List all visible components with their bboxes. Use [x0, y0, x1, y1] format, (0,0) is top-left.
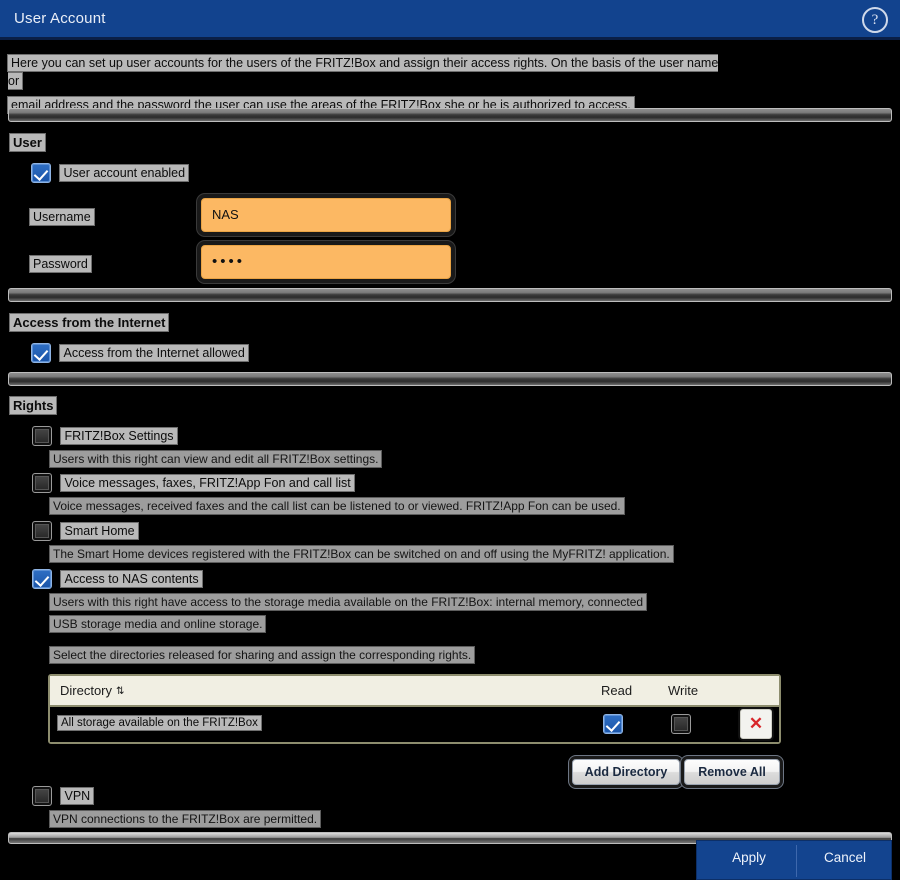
column-header-write: Write: [668, 683, 699, 698]
checkbox-checked-icon[interactable]: [31, 343, 51, 363]
checkbox-checked-icon[interactable]: [32, 569, 52, 589]
right-vpn-checkbox[interactable]: VPN: [32, 786, 94, 806]
internet-section-heading: Access from the Internet: [10, 314, 169, 333]
checkbox-unchecked-icon[interactable]: [32, 786, 52, 806]
column-header-directory[interactable]: Directory ⇅: [60, 683, 124, 698]
user-account-enabled-checkbox[interactable]: User account enabled: [31, 163, 189, 183]
username-label: Username: [30, 208, 94, 226]
section-divider-2: [8, 288, 892, 302]
help-circle-icon[interactable]: ?: [862, 7, 888, 33]
cancel-button[interactable]: Cancel: [805, 850, 885, 865]
delete-row-button[interactable]: ✕: [740, 709, 772, 739]
checkbox-unchecked-icon[interactable]: [32, 426, 52, 446]
right-fritzbox-settings-description: Users with this right can view and edit …: [50, 450, 382, 472]
right-nas-access-label: Access to NAS contents: [61, 570, 202, 587]
section-divider-1: [8, 108, 892, 122]
right-smart-home-description: The Smart Home devices registered with t…: [50, 545, 673, 567]
user-account-enabled-label: User account enabled: [60, 164, 189, 181]
right-voice-messages-checkbox[interactable]: Voice messages, faxes, FRITZ!App Fon and…: [32, 473, 354, 493]
right-vpn-description: VPN connections to the FRITZ!Box are per…: [50, 810, 321, 832]
add-directory-button[interactable]: Add Directory: [572, 759, 680, 785]
row-read-checkbox[interactable]: [603, 714, 623, 734]
password-input[interactable]: ••••: [201, 245, 451, 279]
row-write-checkbox[interactable]: [671, 714, 691, 734]
password-label: Password: [30, 255, 91, 273]
user-section-heading: User: [10, 134, 45, 153]
right-fritzbox-settings-label: FRITZ!Box Settings: [61, 427, 177, 444]
intro-line-1: Here you can set up user accounts for th…: [8, 55, 719, 90]
directory-table: Directory ⇅ Read Write All storage availa…: [48, 674, 781, 744]
directory-table-header: Directory ⇅ Read Write: [50, 676, 779, 707]
right-nas-access-checkbox[interactable]: Access to NAS contents: [32, 569, 202, 589]
nas-directory-hint: Select the directories released for shar…: [50, 646, 475, 668]
action-divider: [796, 845, 797, 877]
page-title: User Account: [14, 10, 106, 27]
rights-section-heading: Rights: [10, 397, 57, 416]
right-voice-messages-label: Voice messages, faxes, FRITZ!App Fon and…: [61, 474, 354, 491]
table-row: All storage available on the FRITZ!Box ✕: [50, 707, 779, 742]
right-voice-messages-description: Voice messages, received faxes and the c…: [50, 497, 624, 519]
right-nas-access-description: Users with this right have access to the…: [50, 593, 647, 637]
right-vpn-label: VPN: [61, 787, 94, 804]
column-header-read: Read: [601, 683, 633, 698]
checkbox-unchecked-icon[interactable]: [32, 521, 52, 541]
sort-arrows-icon[interactable]: ⇅: [116, 686, 124, 697]
internet-access-allowed-label: Access from the Internet allowed: [60, 344, 248, 361]
right-smart-home-checkbox[interactable]: Smart Home: [32, 521, 138, 541]
right-smart-home-label: Smart Home: [61, 522, 138, 539]
internet-access-allowed-checkbox[interactable]: Access from the Internet allowed: [31, 343, 248, 363]
username-input[interactable]: NAS: [201, 198, 451, 232]
action-bar: Apply Cancel: [696, 840, 892, 880]
checkbox-checked-icon[interactable]: [31, 163, 51, 183]
user-account-page: User Account ? Here you can set up user …: [0, 0, 900, 880]
checkbox-unchecked-icon[interactable]: [32, 473, 52, 493]
directory-name-cell: All storage available on the FRITZ!Box: [58, 715, 261, 732]
window-titlebar: User Account ?: [0, 0, 900, 40]
right-fritzbox-settings-checkbox[interactable]: FRITZ!Box Settings: [32, 426, 177, 446]
remove-all-button[interactable]: Remove All: [684, 759, 780, 785]
section-divider-3: [8, 372, 892, 386]
apply-button[interactable]: Apply: [709, 850, 789, 865]
